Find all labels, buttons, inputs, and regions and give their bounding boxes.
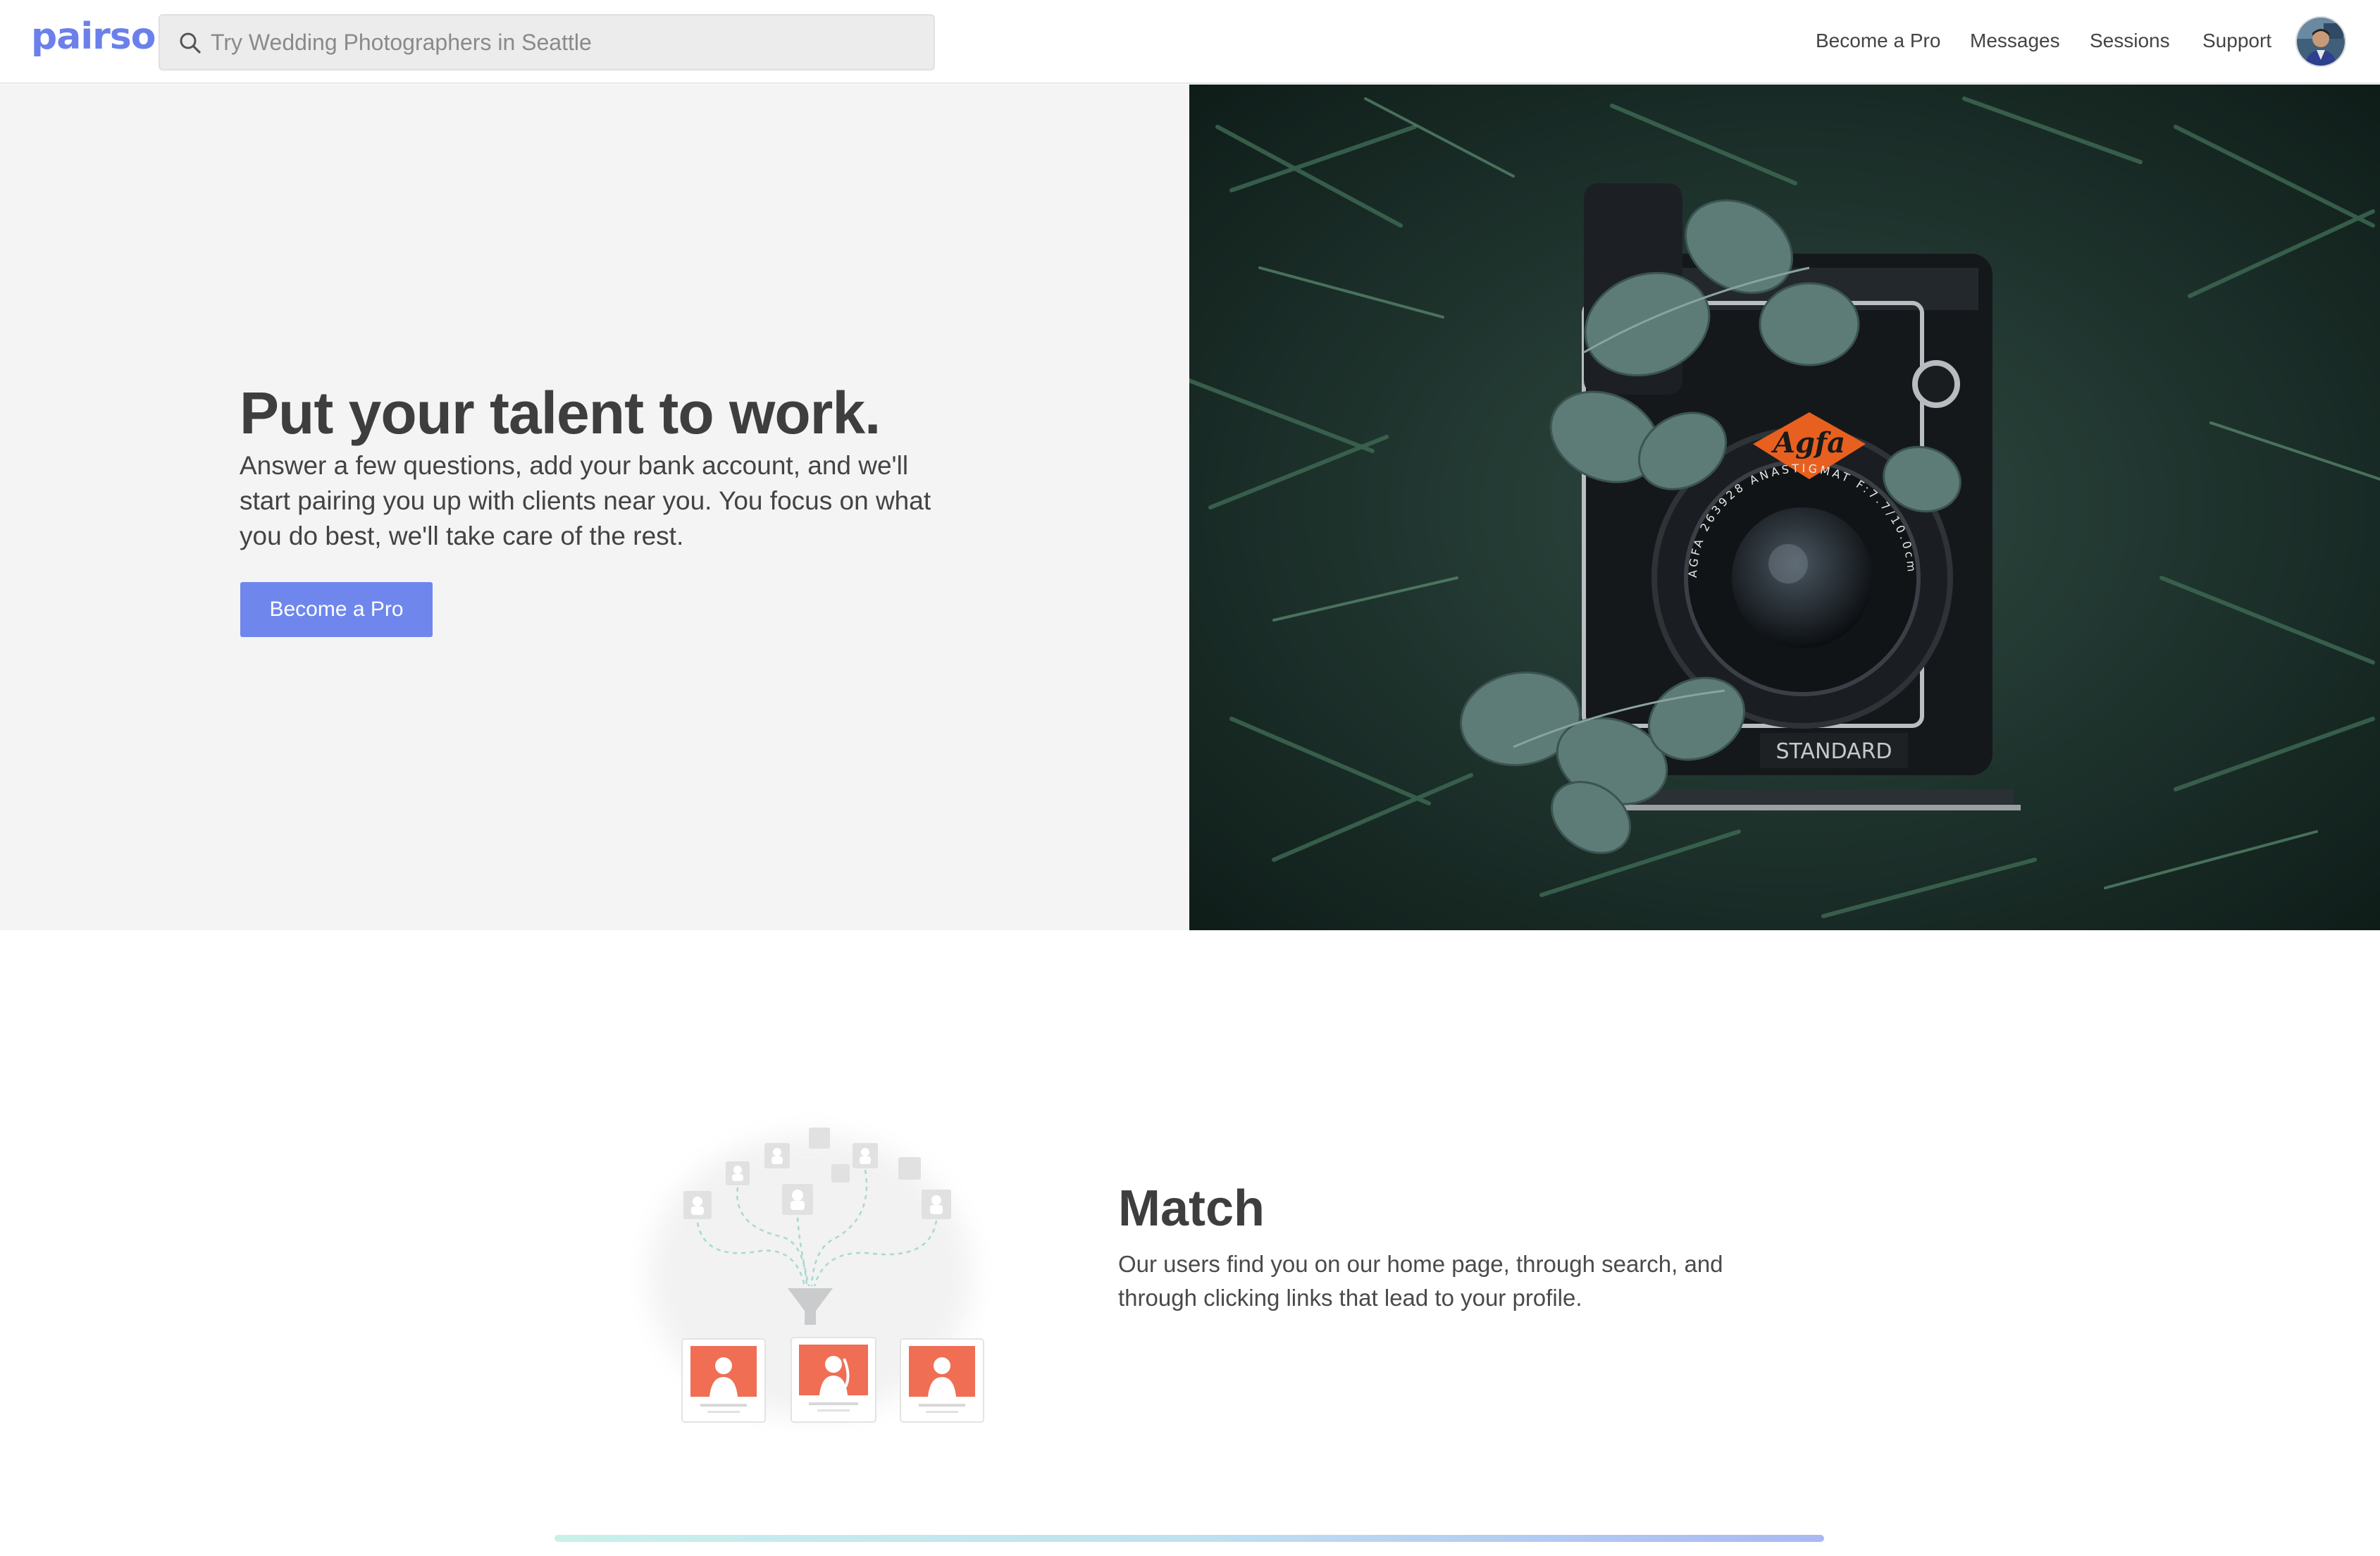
hero-description: Answer a few questions, add your bank ac… — [240, 451, 931, 550]
pairso-logo[interactable]: pairso — [31, 16, 156, 58]
match-title: Match — [1118, 1180, 1265, 1237]
search-input[interactable] — [211, 16, 922, 69]
search-icon — [180, 32, 201, 54]
top-navigation-bar: pairso Become a Pro Messages Sessions Su… — [0, 0, 2380, 84]
section-progress-bar — [554, 1535, 1824, 1542]
search-box[interactable] — [159, 14, 935, 70]
user-avatar[interactable] — [2295, 16, 2346, 67]
hero-title: Put your talent to work. — [240, 380, 881, 446]
hero-camera-image: Agfa AGFA 263928 ANASTIGMAT F:7.7/10.0cm… — [1189, 85, 2380, 930]
nav-messages[interactable]: Messages — [1970, 30, 2060, 52]
camera-plate-text: STANDARD — [1775, 739, 1892, 764]
agfa-badge-text: Agfa — [1771, 426, 1845, 459]
match-description: Our users find you on our home page, thr… — [1118, 1251, 1723, 1311]
match-illustration — [620, 1099, 1000, 1431]
nav-support[interactable]: Support — [2202, 30, 2271, 52]
become-a-pro-button[interactable]: Become a Pro — [240, 582, 433, 637]
nav-sessions[interactable]: Sessions — [2090, 30, 2170, 52]
nav-become-a-pro[interactable]: Become a Pro — [1816, 30, 1940, 52]
